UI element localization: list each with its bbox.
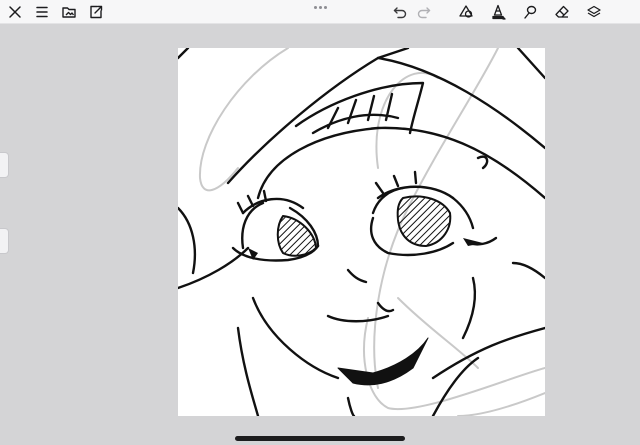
undo-icon[interactable] — [390, 2, 410, 22]
redo-icon[interactable] — [414, 2, 434, 22]
brush-size-slider-tab[interactable] — [0, 152, 9, 178]
close-icon[interactable] — [5, 2, 25, 22]
drawing-canvas[interactable] — [178, 48, 545, 416]
export-icon[interactable] — [86, 2, 106, 22]
gallery-folder-icon[interactable] — [59, 2, 79, 22]
lasso-selection-icon[interactable] — [520, 2, 540, 22]
eraser-icon[interactable] — [552, 2, 572, 22]
opacity-slider-tab[interactable] — [0, 228, 9, 254]
layers-icon[interactable] — [584, 2, 604, 22]
menu-icon[interactable] — [32, 2, 52, 22]
eye-irises — [276, 195, 452, 257]
pencil-brush-icon[interactable] — [488, 2, 508, 22]
top-toolbar — [0, 0, 640, 24]
ink-layer — [178, 48, 545, 416]
more-options-dots-icon[interactable] — [308, 1, 332, 13]
shape-tool-icon[interactable] — [456, 2, 476, 22]
home-indicator — [235, 436, 405, 441]
